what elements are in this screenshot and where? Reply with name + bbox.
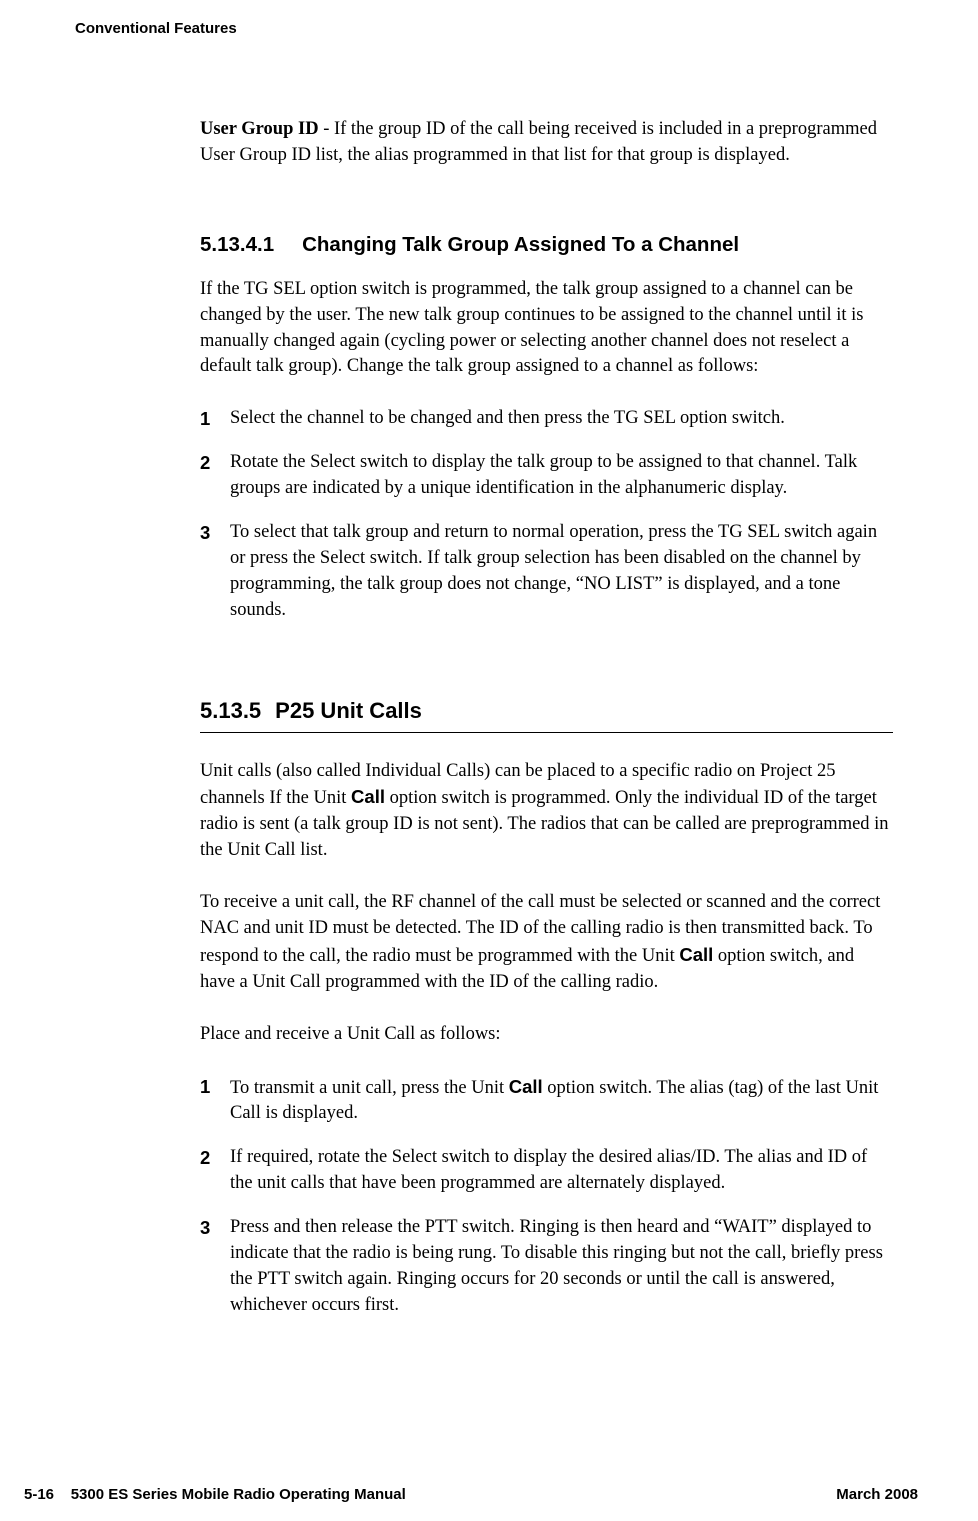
section-para-1: Unit calls (also called Individual Calls… xyxy=(200,759,893,865)
step-num: 2 xyxy=(200,450,230,502)
section-heading-5-13-5: 5.13.5 P25 Unit Calls xyxy=(200,698,893,724)
section-para-3: Place and receive a Unit Call as follows… xyxy=(200,1022,893,1048)
step-num: 3 xyxy=(200,520,230,624)
section-divider xyxy=(200,732,893,733)
intro-term: User Group ID xyxy=(200,119,319,139)
page-header: Conventional Features xyxy=(75,20,903,37)
section-para: If the TG SEL option switch is programme… xyxy=(200,277,893,381)
step-num: 3 xyxy=(200,1215,230,1319)
step-item: 3 To select that talk group and return t… xyxy=(200,520,893,624)
step-item: 1 To transmit a unit call, press the Uni… xyxy=(200,1074,893,1128)
step-item: 3 Press and then release the PTT switch.… xyxy=(200,1215,893,1319)
step-text: To transmit a unit call, press the Unit … xyxy=(230,1074,893,1128)
section-num: 5.13.5 xyxy=(200,698,261,724)
page-footer: 5-16 5300 ES Series Mobile Radio Operati… xyxy=(24,1486,918,1503)
step-text-a: If required, rotate the Select switch to… xyxy=(230,1147,867,1193)
step-text-a: To transmit a unit call, press the Unit xyxy=(230,1078,509,1098)
bold-term: Call xyxy=(351,786,385,807)
step-num: 1 xyxy=(200,406,230,432)
step-text-a: Press and then release the PTT switch. R… xyxy=(230,1217,883,1315)
section-title: P25 Unit Calls xyxy=(275,698,422,723)
intro-para: User Group ID - If the group ID of the c… xyxy=(200,117,893,169)
step-item: 1 Select the channel to be changed and t… xyxy=(200,406,893,432)
step-num: 2 xyxy=(200,1145,230,1197)
step-text: Rotate the Select switch to display the … xyxy=(230,450,893,502)
step-item: 2 Rotate the Select switch to display th… xyxy=(200,450,893,502)
step-text: Press and then release the PTT switch. R… xyxy=(230,1215,893,1319)
step-item: 2 If required, rotate the Select switch … xyxy=(200,1145,893,1197)
step-text: To select that talk group and return to … xyxy=(230,520,893,624)
main-content: User Group ID - If the group ID of the c… xyxy=(200,117,893,1319)
step-text: If required, rotate the Select switch to… xyxy=(230,1145,893,1197)
section-num: 5.13.4.1 xyxy=(200,233,274,257)
footer-right: March 2008 xyxy=(836,1486,918,1503)
section-heading-5-13-4-1: 5.13.4.1 Changing Talk Group Assigned To … xyxy=(200,233,893,257)
step-num: 1 xyxy=(200,1074,230,1128)
section-title: Changing Talk Group Assigned To a Channe… xyxy=(302,233,739,256)
step-text: Select the channel to be changed and the… xyxy=(230,406,893,432)
section-para-2: To receive a unit call, the RF channel o… xyxy=(200,890,893,996)
bold-term: Call xyxy=(509,1076,543,1097)
bold-term: Call xyxy=(679,944,713,965)
footer-left: 5-16 5300 ES Series Mobile Radio Operati… xyxy=(24,1486,406,1503)
